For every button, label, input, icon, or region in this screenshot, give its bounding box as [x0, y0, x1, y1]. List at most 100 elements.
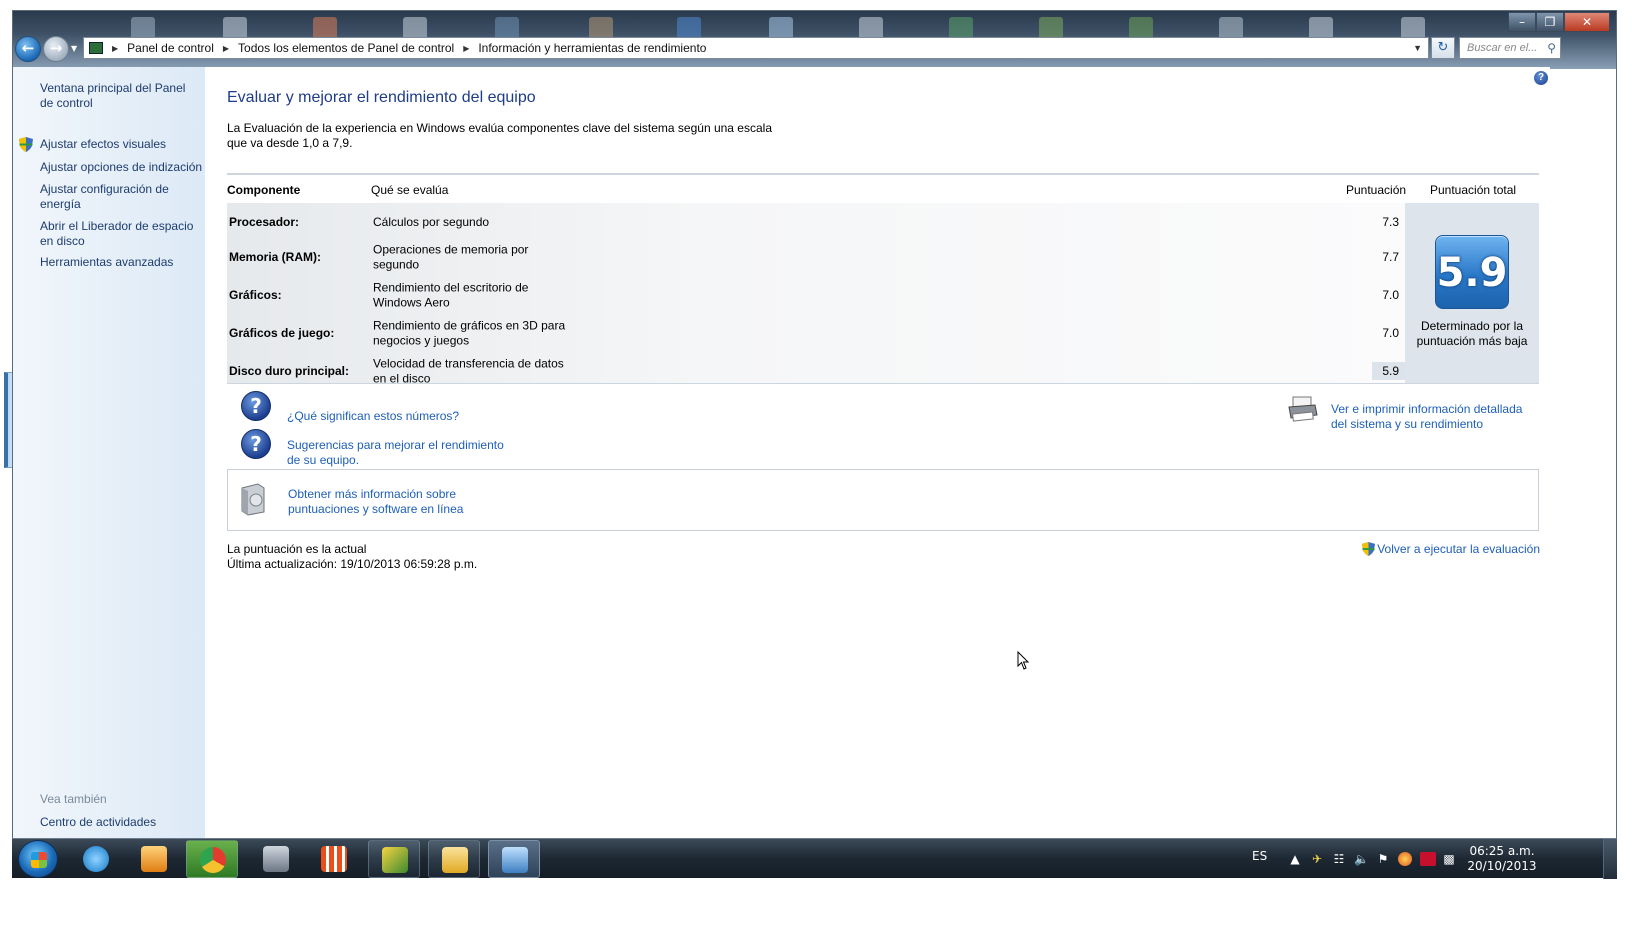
- caption-buttons: – ❐ ✕: [1508, 12, 1610, 32]
- table-row: Gráficos: Rendimiento del escritorio de …: [227, 276, 1405, 314]
- component-name: Procesador:: [229, 215, 300, 229]
- chevron-right-icon[interactable]: ▶: [112, 44, 118, 53]
- component-score: 7.7: [1382, 250, 1399, 264]
- chrome-icon: [200, 847, 226, 873]
- online-info-box: Obtener más información sobre puntuacion…: [227, 469, 1539, 531]
- sidebar-item-indexing[interactable]: Ajustar opciones de indización: [40, 160, 205, 175]
- airplane-icon[interactable]: ✈: [1310, 852, 1324, 866]
- browser-tray-icon[interactable]: [1398, 852, 1412, 866]
- sidebar-item-disk-cleanup[interactable]: Abrir el Liberador de espacio en disco: [40, 219, 195, 248]
- navigation-bar: ← → ▼ ▶ Panel de control ▶ Todos los ele…: [13, 35, 1616, 63]
- system-clock[interactable]: 06:25 a.m. 20/10/2013: [1462, 844, 1542, 873]
- sidebar-item-action-center[interactable]: Centro de actividades: [40, 815, 200, 830]
- column-header-score: Puntuación: [1346, 183, 1407, 197]
- taskbar-internet-explorer[interactable]: [70, 840, 122, 878]
- chevron-right-icon[interactable]: ▶: [223, 44, 229, 53]
- taskbar: ES ▲ ✈ ☷ 🔈 ⚑ ▩ 06:25 a.m. 20/10/2013: [12, 838, 1617, 879]
- table-row: Disco duro principal: Velocidad de trans…: [227, 352, 1405, 390]
- print-details-link[interactable]: Ver e imprimir información detallada del…: [1331, 402, 1541, 431]
- back-arrow-icon[interactable]: ←: [15, 36, 41, 62]
- taskbar-movie-maker[interactable]: [250, 840, 302, 878]
- maximize-button[interactable]: ❐: [1536, 12, 1564, 32]
- start-button[interactable]: [18, 840, 58, 878]
- component-metric: Cálculos por segundo: [373, 214, 490, 229]
- taskbar-chrome[interactable]: [186, 840, 238, 878]
- chevron-down-icon[interactable]: ▼: [1413, 43, 1422, 53]
- component-name: Memoria (RAM):: [229, 250, 321, 264]
- app-grid-icon: [321, 846, 347, 872]
- breadcrumb-performance[interactable]: Información y herramientas de rendimient…: [478, 41, 706, 55]
- show-desktop-button[interactable]: [1603, 839, 1617, 879]
- taskbar-explorer[interactable]: [428, 840, 480, 878]
- base-score-value: 5.9: [1436, 250, 1508, 296]
- question-icon[interactable]: ?: [241, 391, 271, 421]
- component-metric: Rendimiento de gráficos en 3D para negoc…: [373, 318, 566, 348]
- table-row: Procesador: Cálculos por segundo 7.3: [227, 203, 1405, 241]
- address-bar[interactable]: ▶ Panel de control ▶ Todos los elementos…: [83, 37, 1429, 59]
- online-scores-link[interactable]: Obtener más información sobre puntuacion…: [288, 487, 508, 516]
- search-icon[interactable]: ⚲: [1547, 38, 1556, 58]
- ati-icon[interactable]: [1420, 852, 1436, 866]
- volume-icon[interactable]: 🔈: [1354, 852, 1369, 866]
- component-name: Disco duro principal:: [229, 364, 350, 378]
- taskbar-media-player[interactable]: [128, 840, 180, 878]
- sidebar-item-visual-effects[interactable]: Ajustar efectos visuales: [40, 137, 200, 152]
- component-score: 7.0: [1382, 326, 1399, 340]
- score-table: Procesador: Cálculos por segundo 7.3 Mem…: [227, 203, 1405, 385]
- chevron-right-icon[interactable]: ▶: [463, 44, 469, 53]
- page-title: Evaluar y mejorar el rendimiento del equ…: [227, 89, 536, 106]
- window-frame: – ❐ ✕ ← → ▼ ▶ Panel de control ▶ Todos l…: [13, 11, 1616, 69]
- language-indicator[interactable]: ES: [1252, 849, 1267, 863]
- component-score: 7.0: [1382, 288, 1399, 302]
- help-icon[interactable]: ?: [1534, 71, 1548, 85]
- folder-icon: [442, 847, 468, 873]
- taskbar-control-panel[interactable]: [488, 840, 540, 878]
- forward-arrow-icon[interactable]: →: [43, 36, 69, 62]
- component-score: 7.3: [1382, 215, 1399, 229]
- sidebar-item-advanced-tools[interactable]: Herramientas avanzadas: [40, 255, 200, 270]
- media-player-icon: [141, 846, 167, 872]
- table-row: Gráficos de juego: Rendimiento de gráfic…: [227, 314, 1405, 352]
- breadcrumb-control-panel[interactable]: Panel de control: [127, 41, 214, 55]
- component-name: Gráficos:: [229, 288, 282, 302]
- network-icon[interactable]: ☷: [1332, 852, 1346, 866]
- refresh-icon[interactable]: ↻: [1431, 37, 1455, 59]
- status-current: La puntuación es la actual: [227, 542, 367, 556]
- display-icon[interactable]: ▩: [1442, 852, 1456, 866]
- mouse-cursor-icon: [1017, 651, 1030, 670]
- sidebar-item-main-window[interactable]: Ventana principal del Panel de control: [40, 81, 200, 110]
- rerun-assessment-link[interactable]: Volver a ejecutar la evaluación: [1362, 542, 1540, 556]
- show-hidden-icons-chevron-icon[interactable]: ▲: [1288, 852, 1302, 866]
- control-panel-icon: [502, 847, 528, 873]
- base-score-caption: Determinado por la puntuación más baja: [1416, 319, 1528, 348]
- table-bottom-divider: [227, 383, 1539, 384]
- performance-tips-link[interactable]: Sugerencias para mejorar el rendimiento …: [287, 438, 507, 467]
- clock-date: 20/10/2013: [1467, 858, 1537, 873]
- score-status: La puntuación es la actual Última actual…: [227, 542, 477, 571]
- status-last-updated: Última actualización: 19/10/2013 06:59:2…: [227, 556, 478, 571]
- question-icon[interactable]: ?: [241, 429, 271, 459]
- recent-pages-dropdown[interactable]: ▼: [71, 44, 77, 53]
- printer-icon[interactable]: [1287, 395, 1319, 423]
- search-input[interactable]: Buscar en el... ⚲: [1459, 37, 1561, 59]
- sidebar-item-power[interactable]: Ajustar configuración de energía: [40, 182, 180, 211]
- see-also-heading: Vea también: [40, 792, 107, 806]
- close-button[interactable]: ✕: [1564, 12, 1610, 32]
- minimize-button[interactable]: –: [1508, 12, 1536, 32]
- intro-text: La Evaluación de la experiencia en Windo…: [227, 121, 772, 150]
- taskbar-map-app[interactable]: [368, 840, 420, 878]
- action-center-flag-icon[interactable]: ⚑: [1376, 852, 1390, 866]
- map-app-icon: [382, 847, 408, 873]
- lowest-component-score: 5.9: [1372, 362, 1405, 380]
- breadcrumb-all-items[interactable]: Todos los elementos de Panel de control: [238, 41, 454, 55]
- component-name: Gráficos de juego:: [229, 326, 335, 340]
- control-panel-icon: [89, 42, 103, 54]
- base-score-badge: 5.9: [1435, 235, 1509, 309]
- table-top-divider: [227, 173, 1539, 175]
- what-numbers-mean-link[interactable]: ¿Qué significan estos números?: [287, 409, 459, 424]
- shield-icon: [1362, 542, 1376, 556]
- column-header-total: Puntuación total: [1430, 183, 1517, 197]
- main-content: ? Evaluar y mejorar el rendimiento del e…: [205, 67, 1550, 839]
- taskbar-app-grid[interactable]: [308, 840, 360, 878]
- windows-logo-icon: [31, 852, 47, 868]
